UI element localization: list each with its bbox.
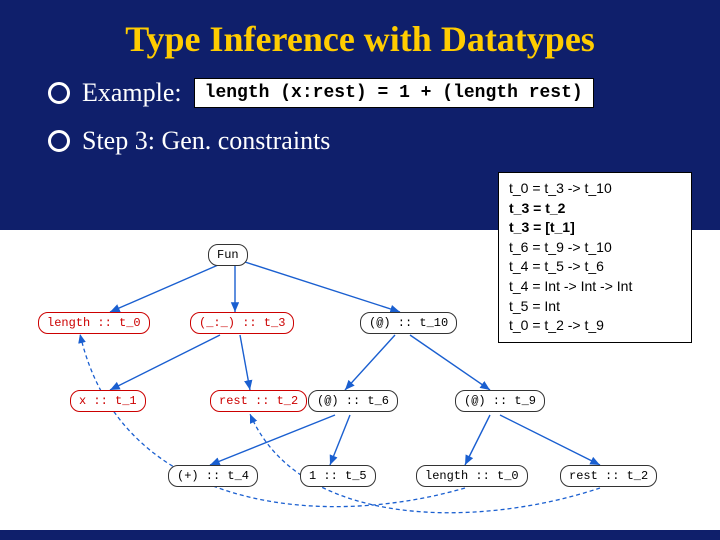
- node-fun: Fun: [208, 244, 248, 266]
- node-length-def: length :: t_0: [38, 312, 150, 334]
- node-app-t6: (@) :: t_6: [308, 390, 398, 412]
- node-app-t9: (@) :: t_9: [455, 390, 545, 412]
- node-cons-pattern: (_:_) :: t_3: [190, 312, 294, 334]
- example-row: Example: length (x:rest) = 1 + (length r…: [48, 78, 720, 108]
- constraint-line: t_0 = t_3 -> t_10: [509, 179, 681, 199]
- constraints-panel: t_0 = t_3 -> t_10 t_3 = t_2 t_3 = [t_1] …: [498, 172, 692, 343]
- constraint-line: t_3 = [t_1]: [509, 218, 681, 238]
- constraint-line: t_6 = t_9 -> t_10: [509, 238, 681, 258]
- node-one: 1 :: t_5: [300, 465, 376, 487]
- example-code: length (x:rest) = 1 + (length rest): [194, 78, 594, 108]
- slide-title: Type Inference with Datatypes: [0, 0, 720, 68]
- example-label: Example:: [82, 78, 182, 108]
- node-app-t10: (@) :: t_10: [360, 312, 457, 334]
- node-x: x :: t_1: [70, 390, 146, 412]
- constraint-line: t_5 = Int: [509, 297, 681, 317]
- step-label: Step 3: Gen. constraints: [82, 126, 330, 156]
- node-rest-use: rest :: t_2: [560, 465, 657, 487]
- node-plus: (+) :: t_4: [168, 465, 258, 487]
- constraint-line: t_0 = t_2 -> t_9: [509, 316, 681, 336]
- constraint-line: t_3 = t_2: [509, 199, 681, 219]
- node-length-use: length :: t_0: [416, 465, 528, 487]
- step-row: Step 3: Gen. constraints: [48, 126, 720, 156]
- constraint-line: t_4 = Int -> Int -> Int: [509, 277, 681, 297]
- constraint-line: t_4 = t_5 -> t_6: [509, 257, 681, 277]
- bullet-icon: [48, 130, 70, 152]
- bullet-icon: [48, 82, 70, 104]
- node-rest-pattern: rest :: t_2: [210, 390, 307, 412]
